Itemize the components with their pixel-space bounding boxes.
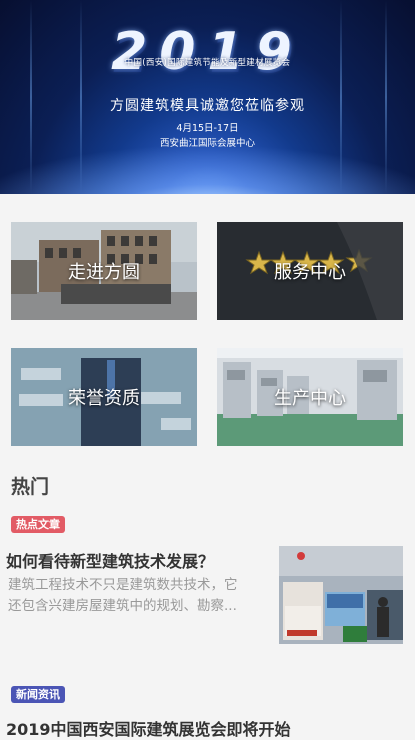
banner-glow — [0, 144, 415, 194]
banner-subtitle: 中国(西安)国际建筑节能及新型建材展览会 — [124, 58, 291, 68]
article-title[interactable]: 如何看待新型建筑技术发展？ — [6, 548, 214, 572]
hot-section-title: 热门 — [11, 476, 50, 498]
banner-venue: 西安曲江国际会展中心 — [159, 138, 255, 149]
banner-date: 4月15日-17日 — [176, 123, 239, 134]
tile-label: 走进方圆 — [68, 262, 140, 283]
exhibition-photo — [279, 546, 403, 644]
article-title[interactable]: 2019中国西安国际建筑展览会即将开始 — [6, 716, 291, 740]
tile-label: 荣誉资质 — [68, 388, 140, 409]
expo-banner[interactable]: 2019 中国(西安)国际建筑节能及新型建材展览会 方圆建筑模具诚邀您莅临参观 … — [0, 0, 415, 194]
tile-about[interactable]: 走进方圆 — [11, 222, 197, 320]
banner-invite: 方圆建筑模具诚邀您莅临参观 — [110, 98, 305, 114]
article-excerpt: 建筑工程技术不只是建筑数共技术，它 还包含兴建房屋建筑中的规划、勘察... — [8, 575, 274, 617]
tile-production[interactable]: 生产中心 — [217, 348, 403, 446]
tile-honors[interactable]: 荣誉资质 — [11, 348, 197, 446]
news-badge: 新闻资讯 — [11, 686, 65, 703]
excerpt-line: 建筑工程技术不只是建筑数共技术，它 — [8, 577, 238, 593]
banner-year: 2019 — [111, 22, 304, 82]
tile-service[interactable]: 服务中心 — [217, 222, 403, 320]
excerpt-line: 还包含兴建房屋建筑中的规划、勘察... — [8, 598, 237, 614]
article-thumbnail[interactable] — [279, 546, 403, 644]
tile-label: 服务中心 — [274, 262, 346, 283]
hot-article-badge: 热点文章 — [11, 516, 65, 533]
tile-label: 生产中心 — [274, 388, 346, 409]
